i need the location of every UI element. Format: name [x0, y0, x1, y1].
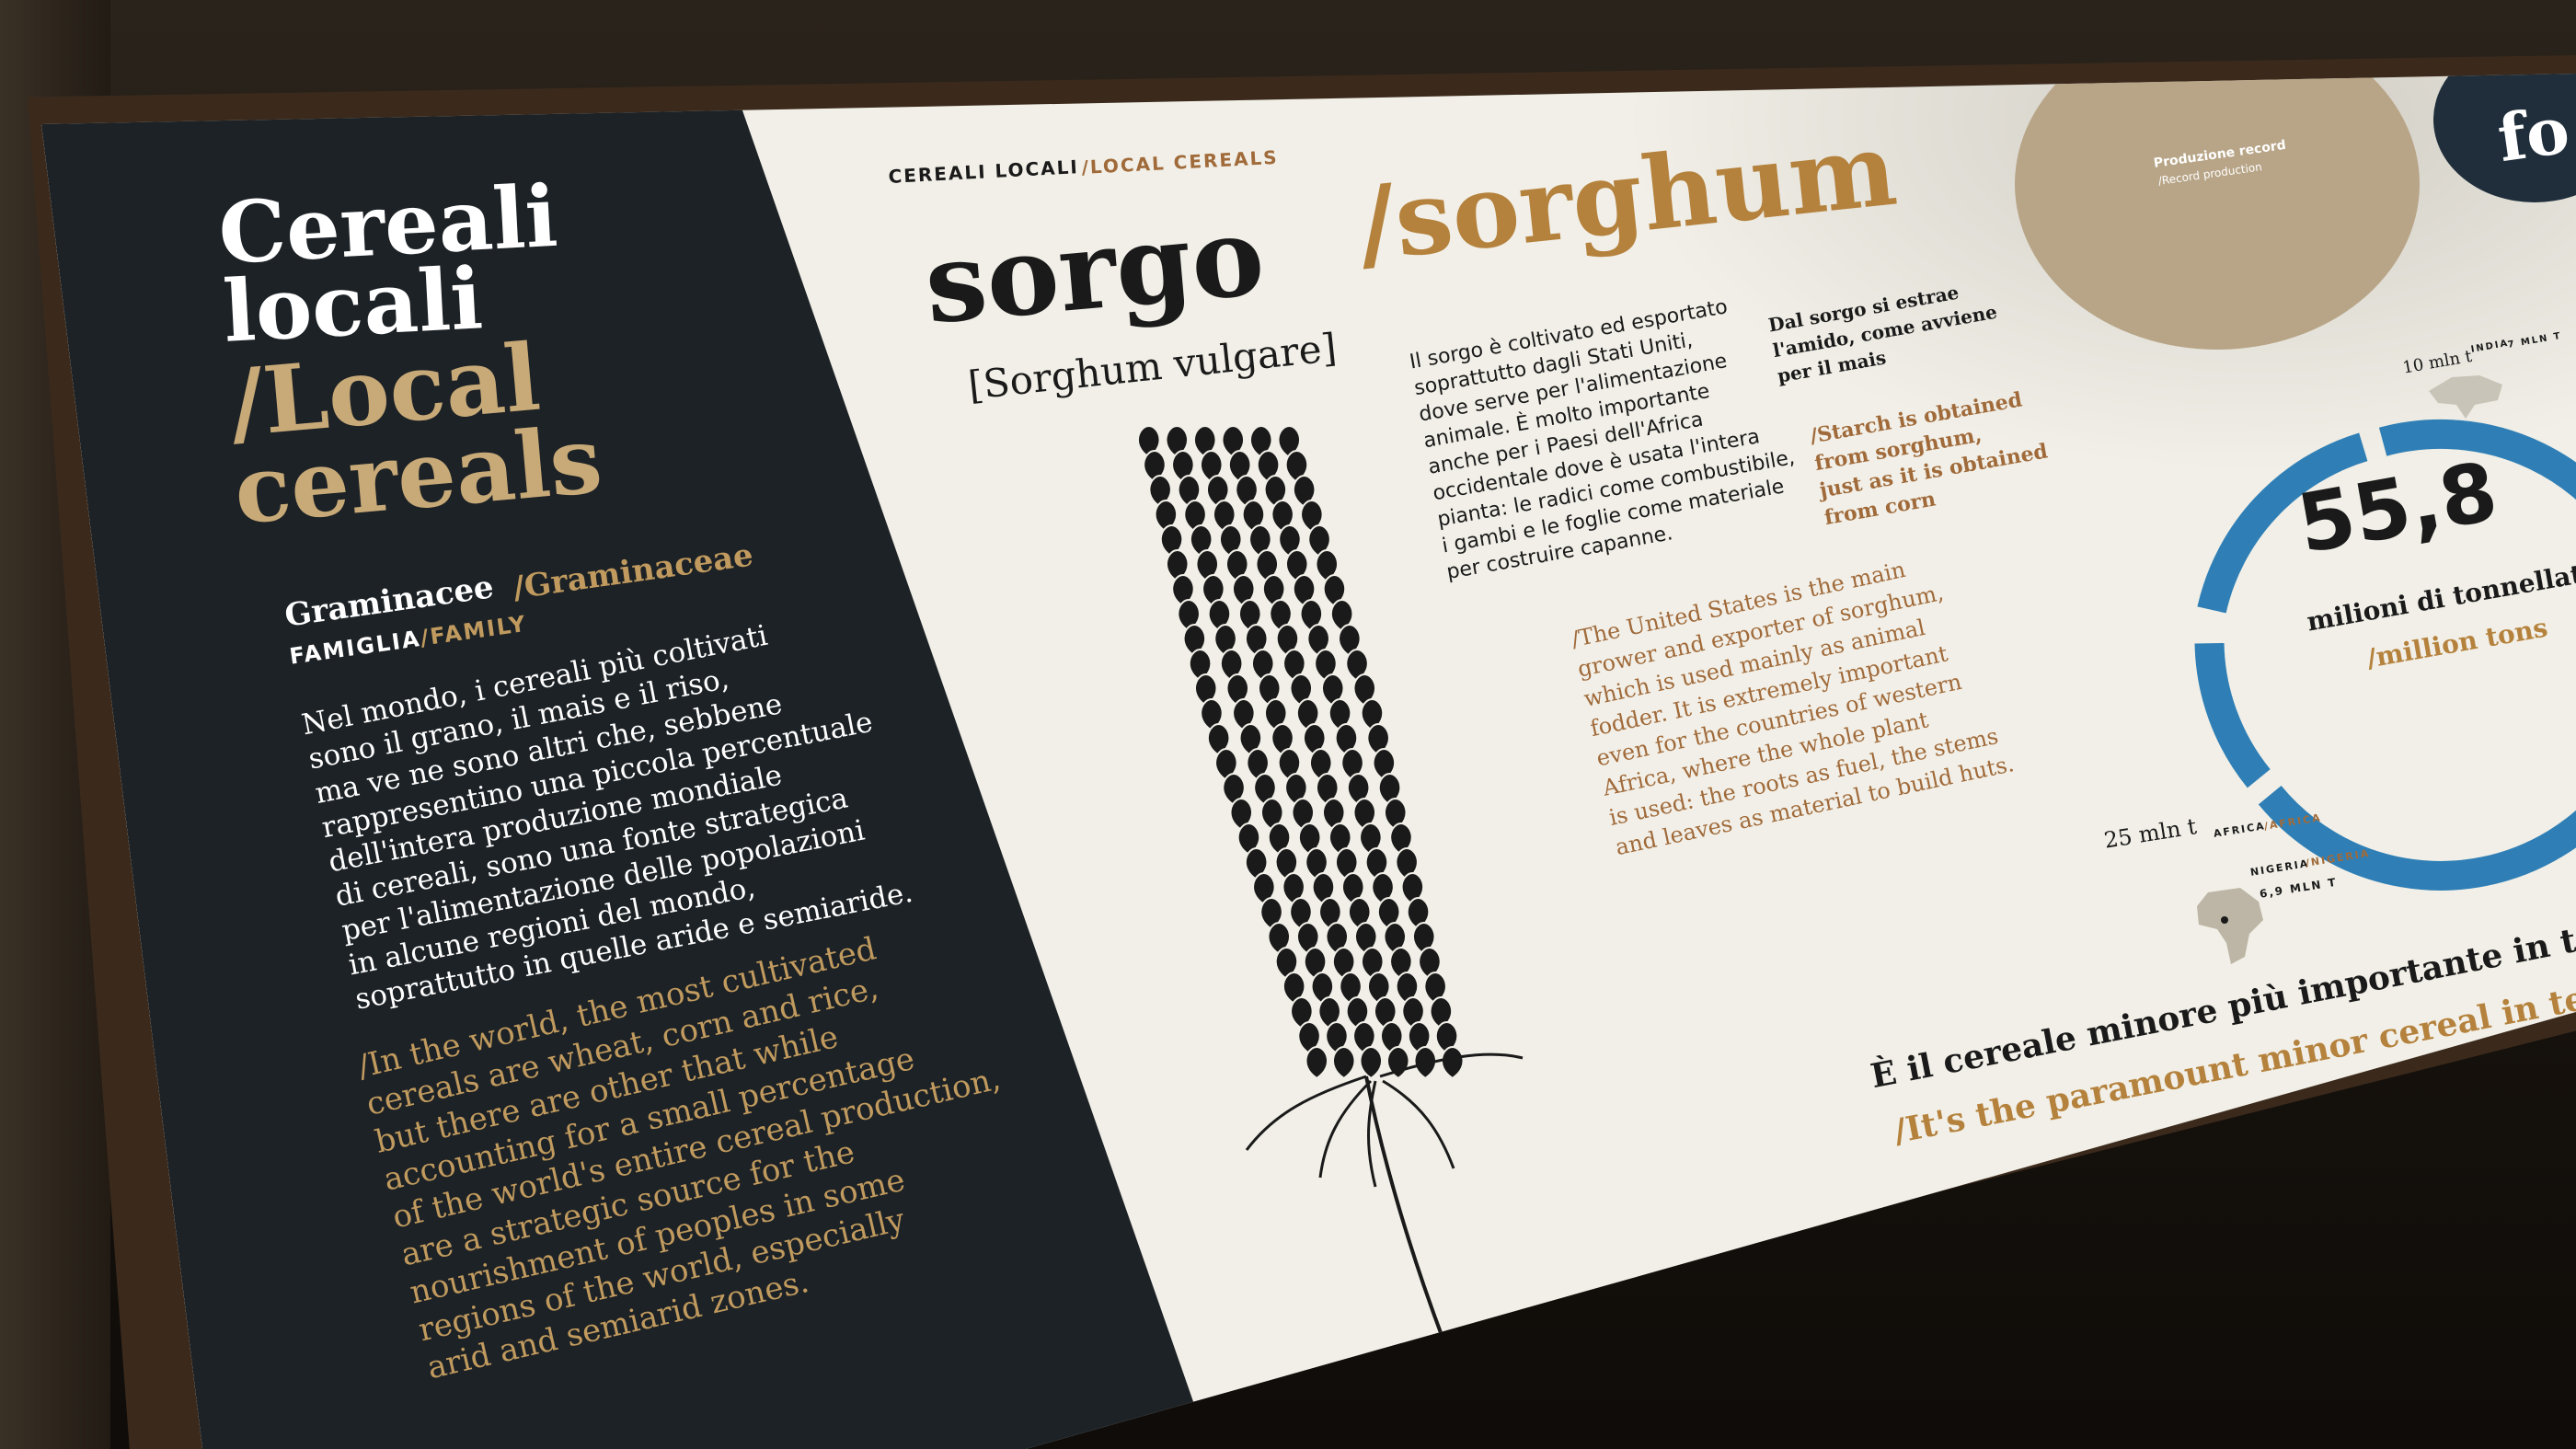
- africa-value: 25 mln t: [2102, 813, 2199, 854]
- grain-kernel: [1441, 1045, 1465, 1080]
- info-panel: Cereali locali /Local cereals Graminacee…: [41, 74, 2576, 1449]
- grain-head: [1137, 424, 1465, 1080]
- africa-map-icon: [2197, 888, 2263, 964]
- sorghum-illustration: [1137, 424, 1524, 1445]
- india-map-icon: [2429, 375, 2502, 419]
- photo-scene: Cereali locali /Local cereals Graminacee…: [0, 0, 2576, 1449]
- grain-kernel: [1359, 1045, 1383, 1080]
- grain-kernel: [1332, 1045, 1356, 1080]
- name-it: sorgo: [920, 190, 1270, 349]
- breadcrumb-it: CEREALI LOCALI: [888, 155, 1080, 188]
- breadcrumb-en: /LOCAL CEREALS: [1081, 145, 1280, 178]
- plant-stem: [1245, 1052, 1524, 1445]
- corner-partial-word: fo: [2493, 91, 2574, 178]
- donut-arc-small: [2194, 642, 2271, 788]
- grain-kernel: [1305, 1045, 1328, 1080]
